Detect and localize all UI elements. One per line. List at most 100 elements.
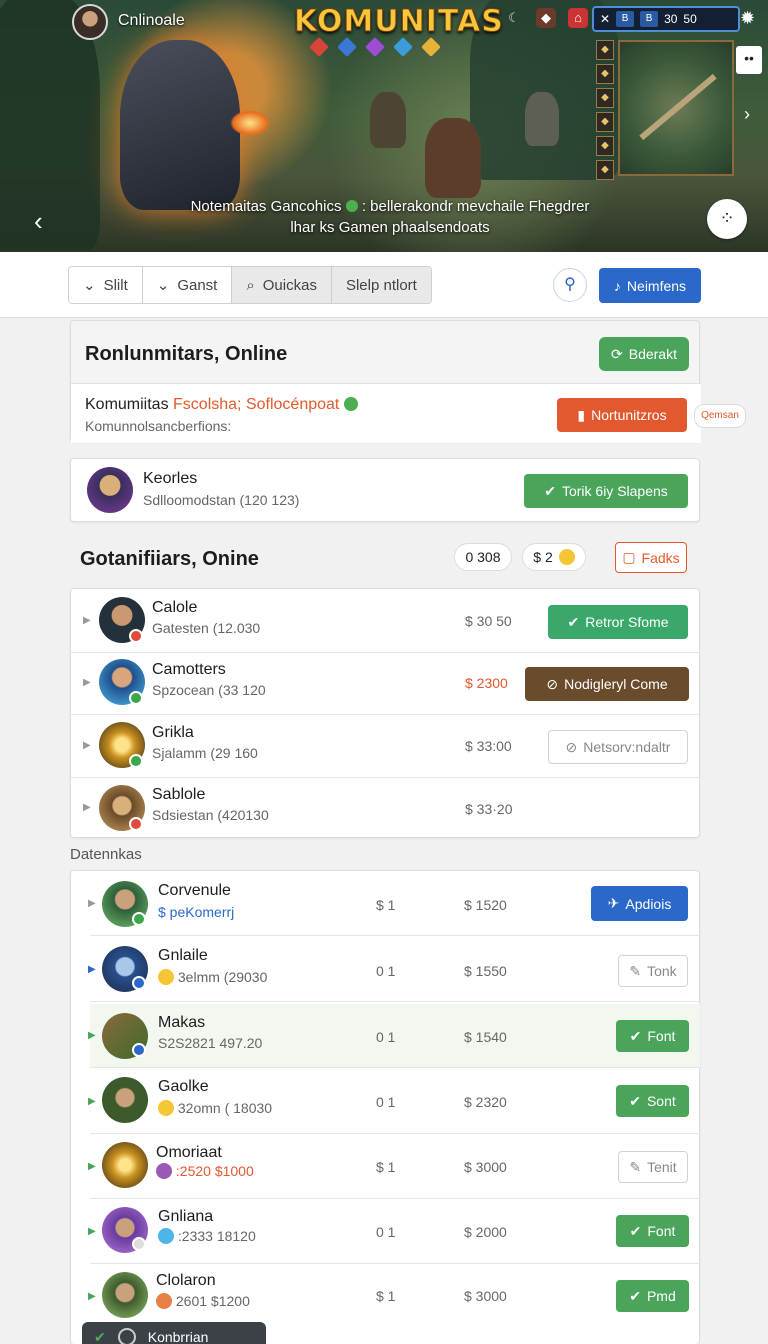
list-action-button[interactable]: ✔ Pmd xyxy=(616,1280,689,1312)
list-action-button[interactable]: ✔ Font xyxy=(616,1020,689,1052)
avatar-icon xyxy=(117,1328,136,1344)
dice-icon[interactable]: ◆ xyxy=(536,8,556,28)
emoji-icon xyxy=(158,1100,174,1116)
link-icon: ⊘ xyxy=(565,738,578,755)
status-badge xyxy=(129,817,143,831)
list-action-button[interactable]: ✔ Sont xyxy=(616,1085,689,1117)
chevron-left-icon[interactable]: ‹ xyxy=(34,206,43,237)
expand-caret-icon[interactable]: ▶ xyxy=(88,1226,96,1237)
list-action-button[interactable]: ✔ Font xyxy=(616,1215,689,1247)
emoji-icon xyxy=(558,549,575,565)
button-label: Torik 6iy Slapens xyxy=(561,483,668,499)
hud-button[interactable]: B xyxy=(616,11,635,27)
list-item[interactable]: ▶ Gnlaile 3elmm (29030 0 1 $ 1550 ✎ Tonk xyxy=(88,938,700,1002)
expand-caret-icon[interactable]: ▶ xyxy=(88,964,96,975)
chevron-right-icon[interactable]: › xyxy=(744,104,750,125)
segment-filter-2[interactable]: ⌄ Ganst xyxy=(142,267,233,303)
expand-caret-icon[interactable]: ▶ xyxy=(83,740,91,751)
status-dot-icon xyxy=(345,200,358,212)
button-label: Netsorv:ndaltr xyxy=(583,739,671,755)
expand-caret-icon[interactable]: ▶ xyxy=(88,1161,96,1172)
button-label: Tenit xyxy=(647,1159,677,1175)
footer-bar[interactable]: ✔ Konbrrian xyxy=(82,1322,266,1344)
list-sub: S2S2821 497.20 xyxy=(158,1035,263,1051)
list-item[interactable]: ▶ Corvenule $ peKomerrj $ 1 $ 1520 ✈ Apdi… xyxy=(88,872,700,936)
skill-icon[interactable]: ◆ xyxy=(596,64,614,84)
moon-icon[interactable]: ☾ xyxy=(504,8,524,28)
list-amount: $ 1540 xyxy=(464,1029,507,1045)
community-action-button[interactable]: ▮ Nortunitzros xyxy=(557,398,687,432)
list-amount: $ 3000 xyxy=(464,1159,507,1175)
datenkas-label: Datennkas xyxy=(70,846,142,863)
refresh-button[interactable]: ⟳ Bderakt xyxy=(599,337,689,371)
expand-caret-icon[interactable]: ▶ xyxy=(83,802,91,813)
list-avatar[interactable] xyxy=(102,1077,148,1123)
user-avatar[interactable] xyxy=(72,4,108,40)
profile-sub: Sdlloomodstan (120 123) xyxy=(143,492,300,508)
pencil-icon: ✎ xyxy=(629,1158,642,1175)
list-item[interactable]: ▶ Clolaron 2601 $1200 $ 1 $ 3000 ✔ Pmd xyxy=(88,1265,700,1329)
skill-icon[interactable]: ◆ xyxy=(596,160,614,180)
minimap[interactable] xyxy=(618,40,734,176)
segment-filter-3[interactable]: ⌕ Ouickas xyxy=(232,267,332,303)
profile-avatar[interactable] xyxy=(87,467,133,513)
list-item[interactable]: ▶ Makas S2S2821 497.20 0 1 $ 1540 ✔ Font xyxy=(88,1004,700,1068)
segment-filter-4[interactable]: Slelp ntlort xyxy=(331,267,431,303)
list-col1: 0 1 xyxy=(376,1224,396,1240)
new-button[interactable]: ♪ Neimfens xyxy=(599,268,701,303)
expand-caret-icon[interactable]: ▶ xyxy=(88,1291,96,1302)
contributor-amount: $ 30 50 xyxy=(465,613,512,629)
list-item[interactable]: ▶ Gnliana :2333 18120 0 1 $ 2000 ✔ Font xyxy=(88,1200,700,1264)
contributor-action-button[interactable]: ⊘ Netsorv:ndaltr xyxy=(548,730,688,764)
contributor-name: Camotters xyxy=(152,661,226,678)
contributor-action-button[interactable]: ⊘ Nodigleryl Come xyxy=(525,667,689,701)
list-action-button[interactable]: ✎ Tenit xyxy=(618,1151,688,1183)
list-name: Corvenule xyxy=(158,882,231,899)
side-tag[interactable]: Qemsan xyxy=(694,404,746,428)
contributor-action-button[interactable]: ✔ Retror Sfome xyxy=(548,605,688,639)
shop-icon[interactable]: ⌂ xyxy=(568,8,588,28)
status-badge xyxy=(129,754,143,768)
hud-button[interactable]: B xyxy=(640,11,659,27)
minimap-path xyxy=(639,73,717,141)
skill-icon[interactable]: ◆ xyxy=(596,136,614,156)
list-action-button[interactable]: ✈ Apdiois xyxy=(591,886,688,921)
skill-icon[interactable]: ◆ xyxy=(596,40,614,60)
contributor-amount: $ 33·20 xyxy=(465,801,513,817)
list-name: Gaolke xyxy=(158,1078,209,1095)
contributor-amount: $ 33:00 xyxy=(465,738,512,754)
list-action-button[interactable]: ✎ Tonk xyxy=(618,955,688,987)
music-icon: ♪ xyxy=(613,277,621,294)
sword-icon[interactable]: ✕ xyxy=(600,12,610,26)
options-button[interactable]: ⁘ xyxy=(707,199,747,239)
expand-caret-icon[interactable]: ▶ xyxy=(88,898,96,909)
game-title-logo: KOMUNITAS xyxy=(294,4,504,40)
list-name: Gnliana xyxy=(158,1208,214,1225)
check-icon: ✔ xyxy=(629,1027,642,1044)
expand-caret-icon[interactable]: ▶ xyxy=(83,615,91,626)
status-badge xyxy=(129,691,143,705)
contributors-list: ▶ Calole Gatesten (12.030 $ 30 50 ✔ Retro… xyxy=(70,588,700,838)
skill-icon[interactable]: ◆ xyxy=(596,88,614,108)
list-avatar[interactable] xyxy=(102,1142,148,1188)
search-button[interactable]: ⚲ xyxy=(553,268,587,302)
more-menu-icon[interactable]: •• xyxy=(736,46,762,74)
button-label: Sont xyxy=(646,1093,676,1109)
expand-caret-icon[interactable]: ▶ xyxy=(88,1096,96,1107)
subpanel-title-text: Komumiitas xyxy=(85,396,169,413)
list-item[interactable]: ▶ Omoriaat :2520 $1000 $ 1 $ 3000 ✎ Tenit xyxy=(88,1135,700,1199)
skill-icon[interactable]: ◆ xyxy=(596,112,614,132)
tools-button[interactable]: ▢ Fadks xyxy=(615,542,687,573)
segment-filter-1[interactable]: ⌄ Slilt xyxy=(69,267,143,303)
profile-action-button[interactable]: ✔ Torik 6iy Slapens xyxy=(524,474,688,508)
hud-value: 30 xyxy=(664,12,678,26)
segment-label: Ouickas xyxy=(262,276,317,294)
list-item[interactable]: ▶ Gaolke 32omn ( 18030 0 1 $ 2320 ✔ Sont xyxy=(88,1070,700,1134)
emoji-icon xyxy=(158,969,174,985)
expand-caret-icon[interactable]: ▶ xyxy=(83,677,91,688)
divider xyxy=(71,714,699,715)
list-avatar[interactable] xyxy=(102,1272,148,1318)
expand-caret-icon[interactable]: ▶ xyxy=(88,1030,96,1041)
gear-icon[interactable]: ✹ xyxy=(740,8,755,29)
button-label: Font xyxy=(647,1028,676,1044)
